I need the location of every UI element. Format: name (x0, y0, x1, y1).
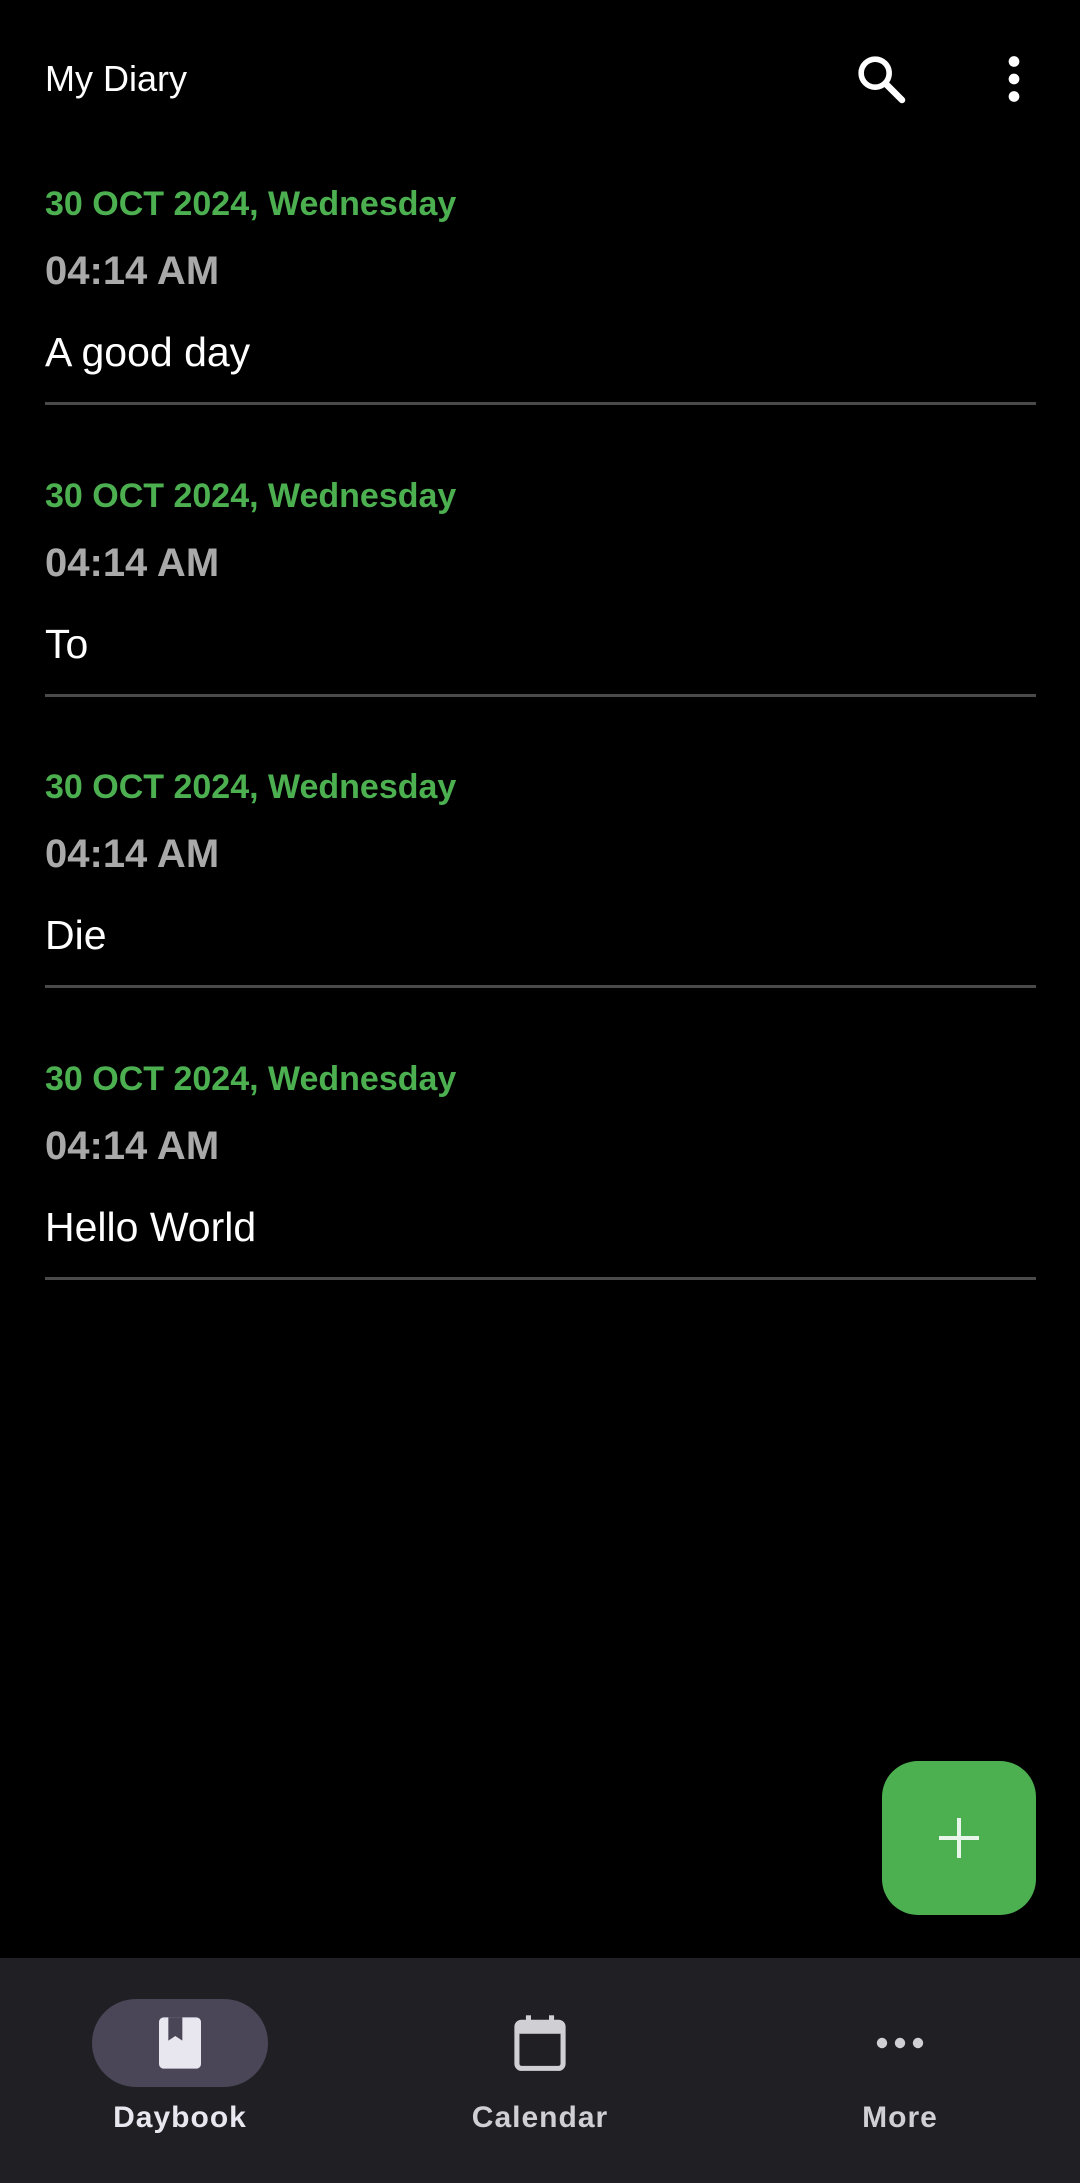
nav-item-more[interactable]: More (720, 1958, 1080, 2183)
add-entry-button[interactable] (882, 1761, 1036, 1915)
entry-text: To (45, 620, 89, 667)
entry-date: 30 OCT 2024, Wednesday (45, 1059, 457, 1098)
entry-date: 30 OCT 2024, Wednesday (45, 768, 457, 806)
overflow-menu-button[interactable] (974, 39, 1054, 119)
nav-label-daybook: Daybook (113, 2101, 247, 2134)
diary-entry[interactable]: 30 OCT 2024, Wednesday 04:14 AM Hello Wo… (0, 1035, 1080, 1327)
entry-time: 04:14 AM (45, 832, 220, 876)
divider (45, 693, 1036, 697)
entry-text: Die (45, 912, 107, 958)
entry-date: 30 OCT 2024, Wednesday (45, 185, 457, 223)
entry-text: Hello World (45, 1203, 257, 1250)
book-icon (140, 2003, 220, 2083)
divider (45, 1276, 1036, 1280)
app-title: My Diary (45, 58, 187, 99)
top-app-bar: My Diary (0, 0, 1080, 158)
nav-item-daybook[interactable]: Daybook (0, 1958, 360, 2183)
calendar-icon (500, 2003, 580, 2083)
diary-entry[interactable]: 30 OCT 2024, Wednesday 04:14 AM To (0, 452, 1080, 744)
diary-entry[interactable]: 30 OCT 2024, Wednesday 04:14 AM A good d… (0, 160, 1080, 452)
more-horiz-icon (860, 2003, 940, 2083)
nav-label-more: More (862, 2101, 938, 2134)
divider (45, 985, 1036, 988)
bottom-navigation: Daybook Calendar More (0, 1958, 1080, 2183)
search-button[interactable] (841, 39, 921, 119)
search-icon (858, 56, 906, 104)
diary-entry[interactable]: 30 OCT 2024, Wednesday 04:14 AM Die (0, 743, 1080, 1035)
add-icon (939, 1818, 979, 1858)
entry-time: 04:14 AM (45, 540, 220, 585)
entry-text: A good day (45, 329, 251, 375)
entry-time: 04:14 AM (45, 1123, 220, 1168)
entry-time: 04:14 AM (45, 249, 220, 293)
diary-entry-list: 30 OCT 2024, Wednesday 04:14 AM A good d… (0, 160, 1080, 1326)
more-vert-icon (1008, 56, 1020, 102)
nav-label-calendar: Calendar (471, 2101, 609, 2134)
entry-date: 30 OCT 2024, Wednesday (45, 476, 457, 515)
nav-item-calendar[interactable]: Calendar (360, 1958, 720, 2183)
divider (45, 402, 1036, 405)
